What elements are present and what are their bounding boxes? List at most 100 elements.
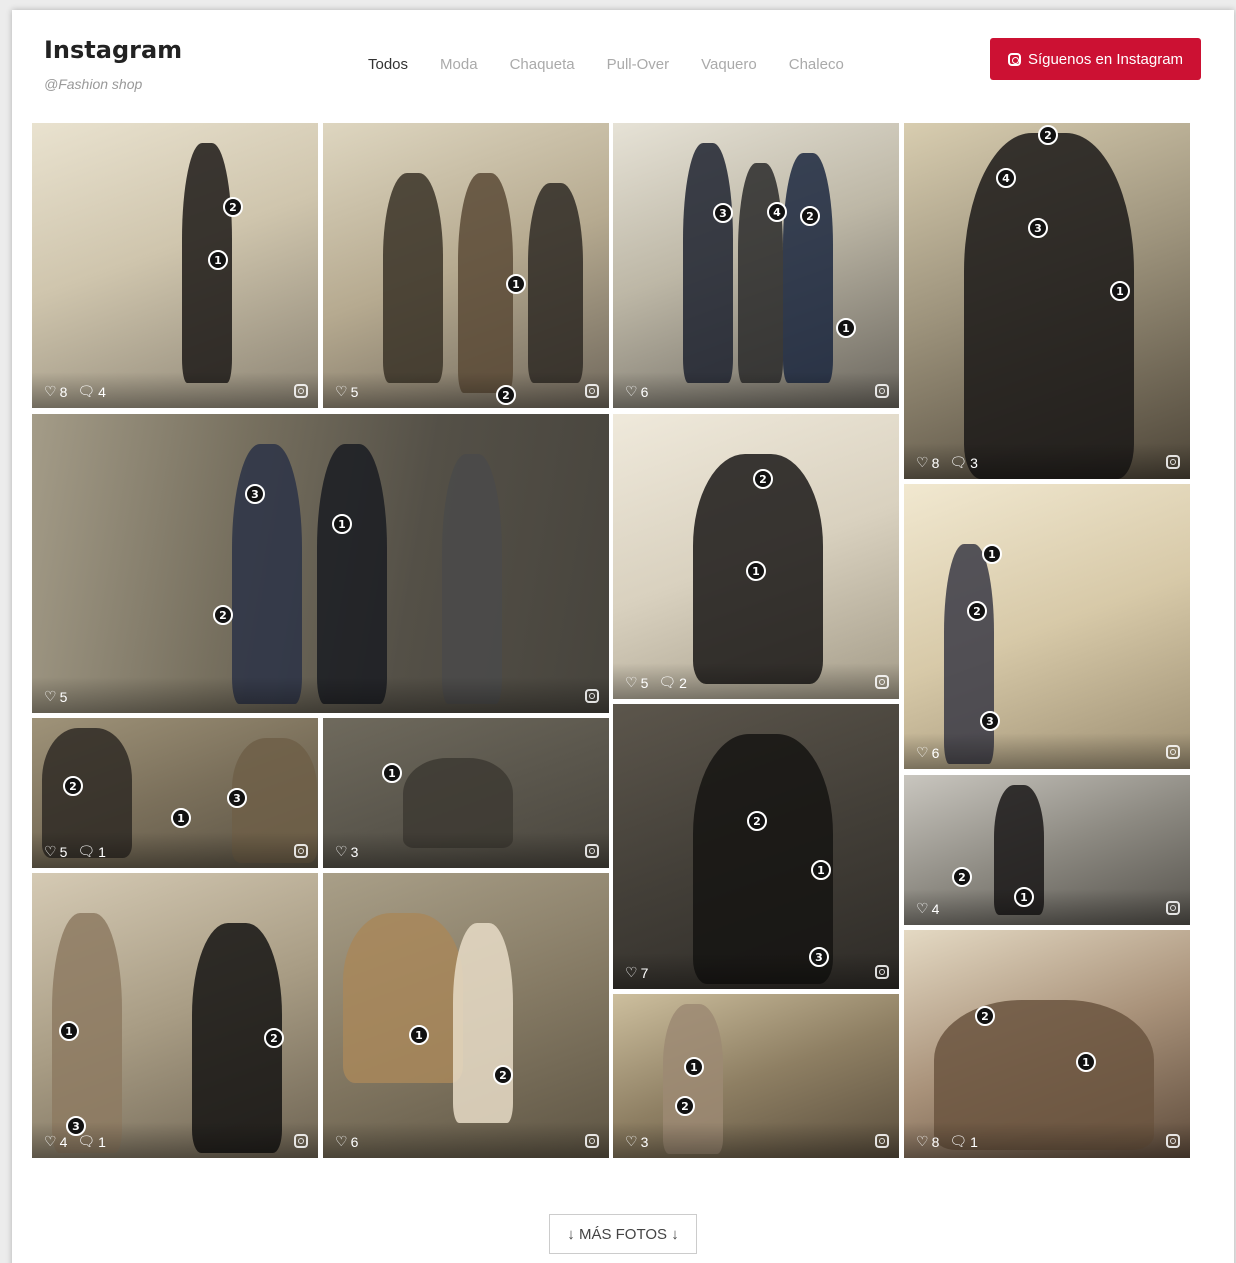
photo-subject [383, 173, 443, 383]
product-hotspot[interactable]: 1 [1014, 887, 1034, 907]
photo-overlay [323, 372, 609, 408]
product-hotspot[interactable]: 1 [746, 561, 766, 581]
heart-icon: ♡ [335, 1133, 348, 1149]
photo-overlay [323, 832, 609, 868]
follow-label: Síguenos en Instagram [1027, 50, 1184, 68]
product-hotspot[interactable]: 1 [208, 250, 228, 270]
product-hotspot[interactable]: 2 [975, 1006, 995, 1026]
gallery-photo[interactable]: ♡ 5 🗨︎ 2 2 1 [613, 414, 899, 699]
gallery-photo[interactable]: ♡ 6 3 4 2 1 [613, 123, 899, 408]
product-hotspot[interactable]: 2 [675, 1096, 695, 1116]
product-hotspot[interactable]: 4 [767, 202, 787, 222]
photo-subject [683, 143, 733, 383]
product-hotspot[interactable]: 1 [1110, 281, 1130, 301]
comments-count: 🗨︎ 3 [949, 454, 978, 471]
comments-value: 4 [98, 383, 106, 400]
product-hotspot[interactable]: 1 [171, 808, 191, 828]
tab-pull-over[interactable]: Pull-Over [591, 56, 686, 73]
photo-stats: ♡ 3 [335, 843, 358, 860]
photo-overlay [613, 372, 899, 408]
instagram-icon [875, 384, 889, 398]
photo-stats: ♡ 5 🗨︎ 1 [44, 843, 106, 860]
product-hotspot[interactable]: 2 [800, 206, 820, 226]
product-hotspot[interactable]: 2 [223, 197, 243, 217]
heart-icon: ♡ [44, 383, 57, 399]
gallery-photo[interactable]: ♡ 8 🗨︎ 1 2 1 [904, 930, 1190, 1158]
more-photos-button[interactable]: ↓ MÁS FOTOS ↓ [549, 1214, 697, 1254]
product-hotspot[interactable]: 2 [1038, 125, 1058, 145]
product-hotspot[interactable]: 1 [382, 763, 402, 783]
product-hotspot[interactable]: 1 [409, 1025, 429, 1045]
gallery-photo[interactable]: ♡ 4 2 1 [904, 775, 1190, 925]
instagram-icon [585, 689, 599, 703]
heart-icon: ♡ [44, 843, 57, 859]
product-hotspot[interactable]: 2 [753, 469, 773, 489]
product-hotspot[interactable]: 3 [1028, 218, 1048, 238]
product-hotspot[interactable]: 3 [227, 788, 247, 808]
instagram-icon [875, 675, 889, 689]
product-hotspot[interactable]: 2 [967, 601, 987, 621]
product-hotspot[interactable]: 1 [982, 544, 1002, 564]
product-hotspot[interactable]: 3 [713, 203, 733, 223]
comments-value: 1 [970, 1133, 978, 1150]
gallery-photo[interactable]: ♡ 6 1 2 3 [904, 484, 1190, 769]
gallery-photo[interactable]: ♡ 5 🗨︎ 1 2 3 1 [32, 718, 318, 868]
gallery-photo[interactable]: ♡ 8 🗨︎ 3 2 4 3 1 [904, 123, 1190, 479]
gallery-photo[interactable]: ♡ 7 2 1 3 [613, 704, 899, 989]
product-hotspot[interactable]: 2 [493, 1065, 513, 1085]
gallery-photo[interactable]: ♡ 6 1 2 [323, 873, 609, 1158]
gallery-photo[interactable]: ♡ 5 1 2 [323, 123, 609, 408]
tab-chaqueta[interactable]: Chaqueta [494, 56, 591, 73]
tab-todos[interactable]: Todos [352, 56, 424, 73]
heart-icon: ♡ [44, 1133, 57, 1149]
gallery-photo[interactable]: ♡ 5 3 1 2 [32, 414, 609, 713]
product-hotspot[interactable]: 2 [747, 811, 767, 831]
product-hotspot[interactable]: 1 [1076, 1052, 1096, 1072]
product-hotspot[interactable]: 3 [809, 947, 829, 967]
product-hotspot[interactable]: 3 [980, 711, 1000, 731]
gallery-photo[interactable]: ♡ 8 🗨︎ 4 2 1 [32, 123, 318, 408]
likes-count: ♡ 5 [335, 383, 358, 400]
likes-count: ♡ 7 [625, 964, 648, 981]
likes-count: ♡ 4 [44, 1133, 67, 1150]
follow-instagram-button[interactable]: Síguenos en Instagram [990, 38, 1201, 80]
tab-moda[interactable]: Moda [424, 56, 494, 73]
gallery-photo[interactable]: ♡ 4 🗨︎ 1 1 2 3 [32, 873, 318, 1158]
product-hotspot[interactable]: 1 [506, 274, 526, 294]
instagram-icon [1166, 745, 1180, 759]
photo-stats: ♡ 8 🗨︎ 4 [44, 383, 106, 400]
product-hotspot[interactable]: 3 [245, 484, 265, 504]
product-hotspot[interactable]: 1 [836, 318, 856, 338]
gallery-photo[interactable]: ♡ 3 1 2 [613, 994, 899, 1158]
product-hotspot[interactable]: 1 [332, 514, 352, 534]
photo-stats: ♡ 5 [335, 383, 358, 400]
product-hotspot[interactable]: 3 [66, 1116, 86, 1136]
instagram-icon [1166, 1134, 1180, 1148]
comments-value: 1 [98, 1133, 106, 1150]
product-hotspot[interactable]: 2 [264, 1028, 284, 1048]
heart-icon: ♡ [916, 744, 929, 760]
product-hotspot[interactable]: 1 [59, 1021, 79, 1041]
product-hotspot[interactable]: 4 [996, 168, 1016, 188]
likes-count: ♡ 6 [335, 1133, 358, 1150]
product-hotspot[interactable]: 2 [213, 605, 233, 625]
heart-icon: ♡ [916, 1133, 929, 1149]
instagram-icon [875, 1134, 889, 1148]
heart-icon: ♡ [335, 843, 348, 859]
likes-count: ♡ 5 [44, 688, 67, 705]
tab-chaleco[interactable]: Chaleco [773, 56, 860, 73]
product-hotspot[interactable]: 1 [684, 1057, 704, 1077]
product-hotspot[interactable]: 1 [811, 860, 831, 880]
heart-icon: ♡ [625, 383, 638, 399]
product-hotspot[interactable]: 2 [952, 867, 972, 887]
product-hotspot[interactable]: 2 [496, 385, 516, 405]
photo-stats: ♡ 6 [916, 744, 939, 761]
product-hotspot[interactable]: 2 [63, 776, 83, 796]
instagram-icon [1007, 52, 1021, 66]
photo-overlay [904, 733, 1190, 769]
tab-vaquero[interactable]: Vaquero [685, 56, 773, 73]
heart-icon: ♡ [44, 688, 57, 704]
photo-subject [944, 544, 994, 764]
gallery-photo[interactable]: ♡ 3 1 [323, 718, 609, 868]
likes-count: ♡ 3 [335, 843, 358, 860]
